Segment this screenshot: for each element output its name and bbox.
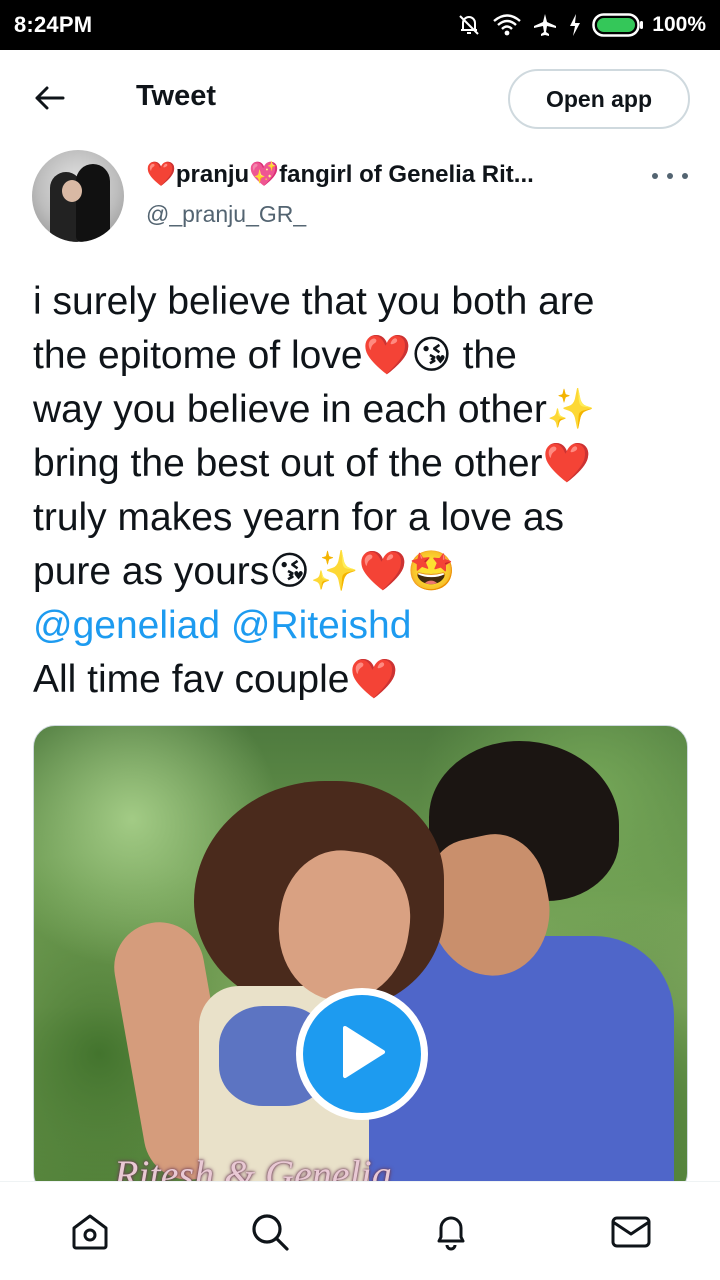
messages-icon bbox=[609, 1210, 653, 1259]
tweet-mentions: @geneliad @Riteishd bbox=[33, 599, 411, 653]
nav-notifications[interactable] bbox=[427, 1210, 475, 1258]
search-icon bbox=[248, 1210, 292, 1259]
more-dots-icon bbox=[652, 173, 658, 179]
author-handle[interactable]: @_pranju_GR_ bbox=[146, 201, 306, 228]
more-options-button[interactable] bbox=[652, 166, 688, 186]
mention-link[interactable]: @geneliad bbox=[33, 604, 220, 647]
author-name[interactable]: ❤️pranju💖fangirl of Genelia Rit... bbox=[146, 160, 626, 189]
back-arrow-icon bbox=[35, 86, 65, 115]
play-icon bbox=[337, 1024, 387, 1085]
status-time: 8:24PM bbox=[14, 12, 93, 37]
charging-icon bbox=[568, 13, 582, 37]
tweet-text: i surely believe that you both are the e… bbox=[33, 280, 596, 593]
open-app-button[interactable]: Open app bbox=[508, 69, 690, 129]
mention-link[interactable]: @Riteishd bbox=[231, 604, 412, 647]
mute-bell-icon bbox=[456, 12, 482, 38]
airplane-icon bbox=[532, 12, 558, 38]
battery-icon bbox=[592, 12, 644, 38]
battery-percent: 100% bbox=[652, 13, 706, 36]
nav-messages[interactable] bbox=[607, 1210, 655, 1258]
battery: 100% bbox=[592, 12, 706, 38]
status-bar: 8:24PM 100% bbox=[0, 0, 720, 50]
nav-search[interactable] bbox=[246, 1210, 294, 1258]
bottom-nav bbox=[0, 1181, 720, 1280]
page-title: Tweet bbox=[136, 80, 217, 112]
top-app-bar: Tweet Open app bbox=[0, 50, 720, 146]
nav-home[interactable] bbox=[66, 1210, 114, 1258]
status-icons: 100% bbox=[456, 12, 706, 38]
notifications-icon bbox=[429, 1210, 473, 1259]
avatar[interactable] bbox=[32, 150, 124, 242]
back-button[interactable] bbox=[28, 80, 72, 120]
wifi-icon bbox=[492, 13, 522, 37]
home-icon bbox=[68, 1210, 112, 1259]
tweet-text-last-line: All time fav couple❤️ bbox=[33, 658, 399, 701]
play-button[interactable] bbox=[296, 988, 428, 1120]
tweet-video[interactable]: Ritesh & Genelia bbox=[33, 725, 688, 1195]
